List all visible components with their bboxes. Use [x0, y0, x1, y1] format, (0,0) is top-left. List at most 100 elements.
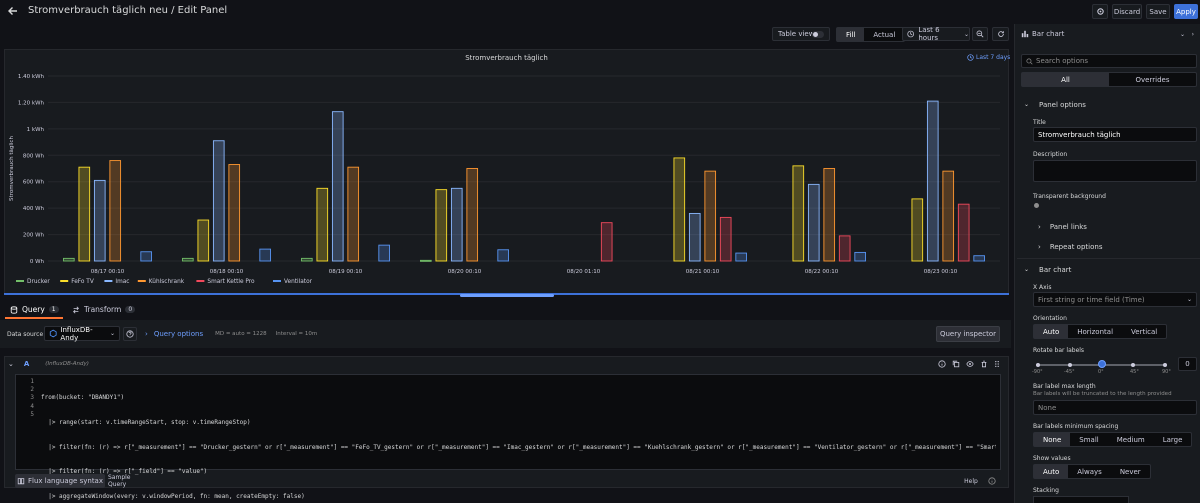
drag-handle-icon[interactable]	[994, 360, 1000, 368]
question-icon	[126, 330, 134, 338]
help-button[interactable]: Help	[962, 474, 980, 488]
stacking-group[interactable]	[1033, 496, 1129, 503]
x-axis-select[interactable]: First string or time field (Time) ⌄	[1033, 292, 1197, 307]
time-range-picker[interactable]: Last 6 hours ⌄	[902, 26, 970, 42]
data-source-picker[interactable]: InfluxDB-Andy ⌄	[44, 326, 120, 342]
tab-all[interactable]: All	[1022, 73, 1109, 86]
title-input[interactable]: Stromverbrauch täglich	[1033, 127, 1197, 142]
help-icon[interactable]	[938, 360, 946, 368]
y-tick-label: 1.40 kWh	[18, 74, 45, 80]
show-values-never[interactable]: Never	[1111, 465, 1150, 478]
fill-option[interactable]: Fill	[837, 28, 865, 41]
line-number: 1	[30, 378, 34, 385]
max-length-description: Bar labels will be truncated to the leng…	[1033, 391, 1172, 397]
bar	[838, 235, 851, 262]
options-tabs: All Overrides	[1021, 72, 1197, 87]
y-tick-label: 400 Wh	[23, 206, 45, 212]
panel-settings-button[interactable]	[1092, 4, 1108, 19]
x-tick-label: 08/19 00:10	[329, 269, 363, 275]
bar	[497, 249, 509, 262]
bar	[93, 179, 106, 262]
repeat-options-header[interactable]: › Repeat options	[1038, 243, 1102, 251]
orientation-horizontal[interactable]: Horizontal	[1068, 325, 1122, 338]
bar	[973, 255, 985, 262]
rotate-label: Rotate bar labels	[1033, 347, 1085, 354]
show-values-always[interactable]: Always	[1068, 465, 1111, 478]
description-textarea[interactable]	[1033, 160, 1197, 182]
save-button[interactable]: Save	[1146, 4, 1170, 19]
copy-icon[interactable]	[952, 360, 960, 368]
data-source-label: Data source	[7, 331, 44, 338]
query-inspector-button[interactable]: Query inspector	[936, 326, 1000, 342]
spacing-large[interactable]: Large	[1154, 433, 1192, 446]
spacing-medium[interactable]: Medium	[1108, 433, 1154, 446]
panel-links-label: Panel links	[1049, 223, 1087, 231]
bar	[316, 187, 329, 262]
x-tick-label: 08/22 00:10	[805, 269, 839, 275]
transform-icon	[73, 306, 79, 313]
panel-options-header[interactable]: ⌄ Panel options	[1024, 101, 1086, 109]
refresh-button[interactable]	[992, 27, 1009, 41]
query-row-header[interactable]: ⌄ A (InfluxDB-Andy)	[8, 360, 89, 368]
close-icon[interactable]: ›	[1192, 31, 1194, 38]
x-axis-placeholder: First string or time field (Time)	[1038, 295, 1145, 304]
tab-transform[interactable]: Transform 0	[72, 305, 136, 314]
query-options-label: Query options	[153, 330, 204, 338]
bar-chart-icon	[1021, 30, 1029, 38]
search-icon	[1026, 57, 1033, 65]
rotate-value-input[interactable]: 0	[1178, 357, 1197, 371]
table-view-toggle[interactable]: Table view	[772, 27, 830, 41]
query-options-toggle[interactable]: › Query options MD = auto = 1228 Interva…	[145, 330, 317, 338]
collapse-icon[interactable]: ⌄	[8, 360, 14, 368]
x-tick-label: 08/18 00:10	[210, 269, 244, 275]
show-values-auto[interactable]: Auto	[1034, 465, 1069, 478]
bar	[719, 216, 732, 262]
orientation-auto[interactable]: Auto	[1034, 325, 1069, 338]
chevron-down-icon: ⌄	[1179, 30, 1185, 38]
sample-query-button[interactable]: Sample Query	[108, 474, 150, 488]
back-arrow-icon[interactable]	[7, 5, 19, 17]
code-line: |> range(start: v.timeRangeStart, stop: …	[41, 419, 251, 427]
stacking-label: Stacking	[1033, 487, 1059, 494]
eye-icon[interactable]	[966, 360, 974, 368]
bar	[182, 257, 194, 262]
tab-query[interactable]: Query 1	[10, 305, 59, 314]
panel-options-label: Panel options	[1039, 101, 1086, 109]
refresh-icon	[997, 31, 1004, 37]
rotate-tick: -45°	[1064, 369, 1075, 375]
spacing-none[interactable]: None	[1034, 433, 1071, 446]
bar	[942, 170, 955, 262]
y-tick-label: 1.20 kWh	[18, 100, 45, 106]
apply-button[interactable]: Apply	[1174, 4, 1198, 19]
rotate-slider[interactable]	[1036, 360, 1167, 368]
panel-links-header[interactable]: › Panel links	[1038, 223, 1087, 231]
slider-handle[interactable]	[1098, 360, 1106, 368]
bar	[331, 111, 344, 262]
transparent-toggle[interactable]	[1033, 202, 1045, 209]
bar	[197, 219, 210, 262]
bar-chart-section-header[interactable]: ⌄ Bar chart	[1024, 266, 1071, 274]
bar-chart: 0 Wh 200 Wh 400 Wh 600 Wh 800 Wh 1 kWh 1.20 kW…	[9, 74, 1000, 285]
info-icon[interactable]	[986, 474, 998, 488]
actual-option[interactable]: Actual	[864, 28, 904, 41]
tab-overrides[interactable]: Overrides	[1109, 73, 1196, 86]
visualization-picker[interactable]: Bar chart ⌄ ›	[1017, 27, 1197, 41]
max-length-input[interactable]: None	[1033, 400, 1197, 415]
bar	[378, 244, 390, 262]
trash-icon[interactable]	[980, 360, 988, 368]
discard-button[interactable]: Discard	[1112, 4, 1142, 19]
y-tick-label: 800 Wh	[23, 153, 45, 159]
chevron-down-icon: ⌄	[109, 330, 115, 337]
min-spacing-group: None Small Medium Large	[1033, 432, 1193, 447]
options-search-input[interactable]: Search options	[1021, 54, 1197, 68]
zoom-out-button[interactable]	[972, 27, 988, 41]
code-editor[interactable]: 1 2 3 4 5 from(bucket: "DBANDY1") |> ran…	[15, 374, 1001, 500]
bar	[450, 187, 463, 262]
query-help-button[interactable]	[123, 327, 137, 341]
legend-item: Ventilator	[284, 279, 313, 285]
orientation-vertical[interactable]: Vertical	[1122, 325, 1166, 338]
spacing-small[interactable]: Small	[1070, 433, 1107, 446]
flux-syntax-button[interactable]: Flux language syntax	[15, 474, 105, 488]
code-line: |> filter(fn: (r) => r["_field"] == "val…	[41, 468, 208, 476]
resize-handle[interactable]	[460, 294, 554, 297]
